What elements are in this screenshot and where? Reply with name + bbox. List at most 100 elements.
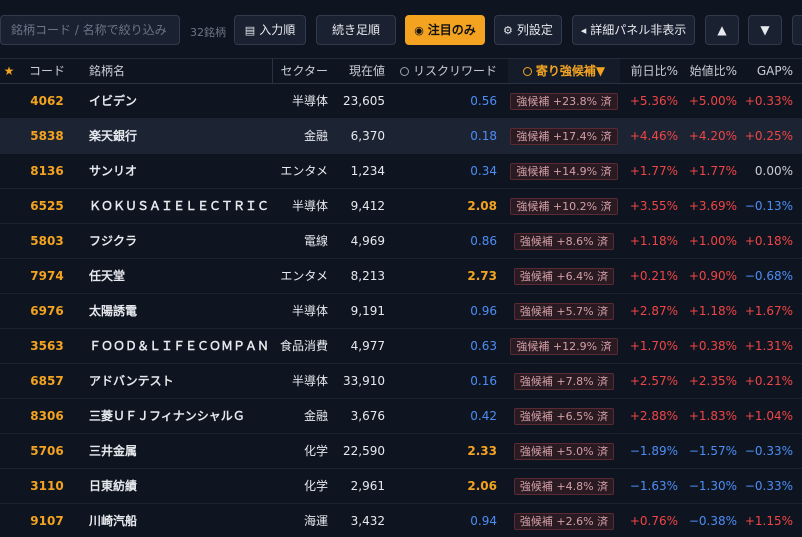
stock-count: 32銘柄 <box>190 26 226 39</box>
table-row[interactable]: ✓5803フジクラ電線4,9690.86強候補 +8.6% 済+1.18%+1.… <box>0 224 802 259</box>
table-row[interactable]: ✓8306三菱ＵＦＪフィナンシャルＧ金融3,6760.42強候補 +6.5% 済… <box>0 399 802 434</box>
stock-code: 5838 <box>30 129 64 143</box>
name-column-header[interactable]: 銘柄名 <box>89 59 269 83</box>
risk-reward-column-header[interactable]: リスクリワード <box>395 59 497 83</box>
risk-reward: 0.94 <box>470 514 497 528</box>
risk-reward: 2.33 <box>467 444 497 458</box>
open-change: +1.18% <box>688 304 737 318</box>
current-price: 2,961 <box>350 479 385 493</box>
column-settings-button[interactable]: ⚙ 列設定 <box>494 15 562 45</box>
gap-change: +0.21% <box>744 374 793 388</box>
code-column-header[interactable]: コード <box>22 59 72 83</box>
table-row[interactable]: ✓5838楽天銀行金融6,3700.18強候補 +17.4% 済+4.46%+4… <box>0 119 802 154</box>
prev-change: +0.76% <box>629 514 678 528</box>
stock-name: 太陽誘電 <box>89 304 138 318</box>
table-row[interactable]: ✓8136サンリオエンタメ1,2340.34強候補 +14.9% 済+1.77%… <box>0 154 802 189</box>
sector: 電線 <box>303 234 328 248</box>
current-price: 9,191 <box>350 304 385 318</box>
status-badge: 強候補 +4.8% 済 <box>513 478 615 495</box>
prev-change: +0.21% <box>629 269 678 283</box>
table-row[interactable]: ✓7974任天堂エンタメ8,2132.73強候補 +6.4% 済+0.21%+0… <box>0 259 802 294</box>
price-column-header[interactable]: 現在値 <box>335 59 385 83</box>
risk-reward: 0.96 <box>470 304 497 318</box>
gap-column-header[interactable]: GAP% <box>743 59 793 83</box>
status-badge: 強候補 +5.7% 済 <box>513 303 615 320</box>
sector: 海運 <box>303 514 328 528</box>
stock-code: 8306 <box>30 409 64 423</box>
more-button[interactable] <box>792 15 802 45</box>
toggle-detail-panel-button[interactable]: ◂ 詳細パネル非表示 <box>572 15 695 45</box>
prev-change: +2.57% <box>629 374 678 388</box>
stock-code: 6857 <box>30 374 64 388</box>
open-change: +1.83% <box>688 409 737 423</box>
current-price: 1,234 <box>350 164 385 178</box>
strong-candidate-cell: 強候補 +4.8% 済 <box>508 469 620 503</box>
move-down-button[interactable]: ▼ <box>748 15 782 45</box>
strong-candidate-column-header[interactable]: 寄り強候補▼ <box>508 59 620 83</box>
prev-change: +2.88% <box>629 409 678 423</box>
sort-consecutive-button[interactable]: 続き足順 <box>316 15 396 45</box>
current-price: 4,977 <box>350 339 385 353</box>
strong-candidate-cell: 強候補 +2.6% 済 <box>508 504 620 537</box>
prev-change-column-header[interactable]: 前日比% <box>626 59 678 83</box>
circle-icon <box>522 67 532 76</box>
gap-change: −0.33% <box>744 479 793 493</box>
star-column-header[interactable]: ★ <box>0 59 18 83</box>
status-badge: 強候補 +12.9% 済 <box>510 338 618 355</box>
stock-name: イビデン <box>89 94 138 108</box>
gap-change: +1.04% <box>744 409 793 423</box>
gap-change: +1.67% <box>744 304 793 318</box>
move-up-button[interactable]: ▲ <box>705 15 739 45</box>
table-row[interactable]: ✓6857アドバンテスト半導体33,9100.16強候補 +7.8% 済+2.5… <box>0 364 802 399</box>
table-row[interactable]: ✓5706三井金属化学22,5902.33強候補 +5.0% 済−1.89%−1… <box>0 434 802 469</box>
current-price: 23,605 <box>343 94 385 108</box>
sector-column-header[interactable]: セクター <box>272 59 328 83</box>
stock-code: 5706 <box>30 444 64 458</box>
table-row[interactable]: ✓6525ＫＯＫＵＳＡＩＥＬＥＣＴＲＩＣ半導体9,4122.08強候補 +10.… <box>0 189 802 224</box>
strong-candidate-cell: 強候補 +6.5% 済 <box>508 399 620 433</box>
table-row[interactable]: ✓3110日東紡績化学2,9612.06強候補 +4.8% 済−1.63%−1.… <box>0 469 802 504</box>
current-price: 4,969 <box>350 234 385 248</box>
status-badge: 強候補 +10.2% 済 <box>510 198 618 215</box>
open-change: +0.90% <box>688 269 737 283</box>
status-badge: 強候補 +23.8% 済 <box>510 93 618 110</box>
open-change: −1.57% <box>688 444 737 458</box>
strong-candidate-cell: 強候補 +6.4% 済 <box>508 259 620 293</box>
open-change: −0.38% <box>688 514 737 528</box>
risk-reward: 0.86 <box>470 234 497 248</box>
table-row[interactable]: ✓4062イビデン半導体23,6050.56強候補 +23.8% 済+5.36%… <box>0 84 802 119</box>
stock-code: 5803 <box>30 234 64 248</box>
search-input[interactable]: 銘柄コード / 名称で絞り込み <box>0 15 180 45</box>
sector: 半導体 <box>291 199 328 213</box>
gap-change: −0.13% <box>744 199 793 213</box>
sector: 半導体 <box>291 374 328 388</box>
stock-name: 三菱ＵＦＪフィナンシャルＧ <box>89 409 245 423</box>
status-badge: 強候補 +2.6% 済 <box>513 513 615 530</box>
stock-name: フジクラ <box>89 234 138 248</box>
chevron-left-icon: ◂ <box>580 24 587 37</box>
sector: 化学 <box>303 444 328 458</box>
arrow-up-icon: ▲ <box>717 23 727 37</box>
stock-code: 4062 <box>30 94 64 108</box>
prev-change: +3.55% <box>629 199 678 213</box>
sector: エンタメ <box>280 269 328 283</box>
table-row[interactable]: ✓6976太陽誘電半導体9,1910.96強候補 +5.7% 済+2.87%+1… <box>0 294 802 329</box>
prev-change: −1.63% <box>629 479 678 493</box>
sort-input-order-button[interactable]: ▤ 入力順 <box>234 15 306 45</box>
open-change-column-header[interactable]: 始値比% <box>685 59 737 83</box>
risk-reward: 0.16 <box>470 374 497 388</box>
strong-candidate-cell: 強候補 +5.0% 済 <box>508 434 620 468</box>
focus-only-button[interactable]: ◉ 注目のみ <box>405 15 485 45</box>
open-change: −1.30% <box>688 479 737 493</box>
status-badge: 強候補 +17.4% 済 <box>510 128 618 145</box>
current-price: 8,213 <box>350 269 385 283</box>
gap-change: +0.33% <box>744 94 793 108</box>
stock-code: 6976 <box>30 304 64 318</box>
stock-code: 6525 <box>30 199 64 213</box>
table-row[interactable]: ✓9107川崎汽船海運3,4320.94強候補 +2.6% 済+0.76%−0.… <box>0 504 802 537</box>
sector: 金融 <box>303 409 328 423</box>
status-badge: 強候補 +6.4% 済 <box>513 268 615 285</box>
table-row[interactable]: ✓3563ＦＯＯＤ＆ＬＩＦＥＣＯＭＰＡＮ食品消費4,9770.63強候補 +12… <box>0 329 802 364</box>
gap-change: +0.25% <box>744 129 793 143</box>
risk-reward: 0.18 <box>470 129 497 143</box>
